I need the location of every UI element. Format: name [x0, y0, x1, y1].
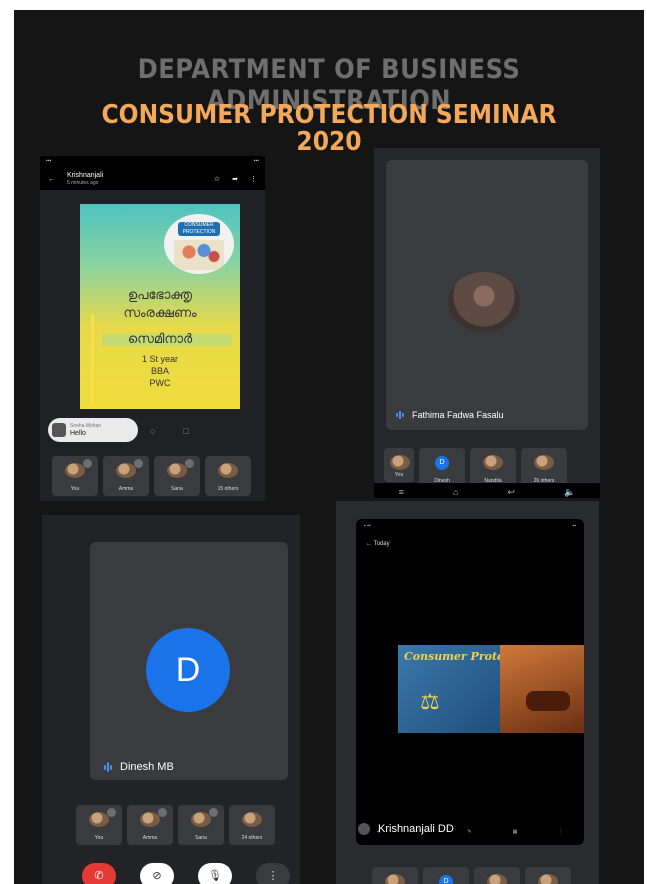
seminar-flyer-image: CONSUMER PROTECTION ഉപഭോക്തൃ സംരക്ഷണം സെ…: [80, 204, 240, 409]
participant-tile[interactable]: You: [52, 456, 98, 496]
participant-tile[interactable]: Amma: [103, 456, 149, 496]
status-bar: ▪ ▪▪ ▪▪: [364, 523, 576, 529]
scales-icon: ⚖: [420, 689, 440, 714]
mic-off-icon: [107, 808, 116, 817]
participant-tile[interactable]: You: [76, 805, 122, 845]
participant-tile[interactable]: [525, 867, 571, 884]
mic-off-button[interactable]: 🎙: [198, 863, 232, 884]
back-icon: ↩: [507, 486, 516, 497]
gallery-today: Today: [373, 541, 390, 547]
presenter-row: Krishnanjali DD: [358, 823, 454, 835]
edit-icon[interactable]: ✎: [467, 829, 471, 835]
speaker-avatar: [448, 272, 520, 332]
avatar: [52, 423, 66, 437]
toast-sender: Sneha Mohan: [70, 423, 102, 429]
participant-tile[interactable]: 24 others: [229, 805, 275, 845]
speaker-panel: D: [90, 542, 288, 780]
chat-time: 5 minutes ago: [67, 179, 99, 186]
speaker-panel: [386, 160, 588, 430]
flyer-line6: PWC: [149, 378, 171, 388]
consumer-protection-image: Consumer Protection ⚖: [398, 645, 584, 733]
flyer-mal-line1: ഉപഭോക്തൃ: [127, 288, 193, 303]
participant-tile[interactable]: Nandita: [470, 448, 516, 488]
participant-tile[interactable]: D Dinesh: [419, 448, 465, 488]
status-bar: ▪▪▪ ▪▪▪: [40, 156, 265, 168]
participant-strip: You Amma Sana 15 others: [52, 456, 251, 496]
seminar-title-line1: CONSUMER PROTECTION SEMINAR: [101, 100, 557, 130]
forward-icon[interactable]: ➦: [232, 175, 238, 183]
presented-screen: ▪ ▪▪ ▪▪ ← Today Consumer Protection ⚖ ⋖ ♡…: [356, 519, 584, 845]
camera-off-button[interactable]: ⊘: [140, 863, 174, 884]
flyer-line5: BBA: [150, 366, 169, 376]
screenshot-presentation: ▪ ▪▪ ▪▪ ← Today Consumer Protection ⚖ ⋖ ♡…: [336, 501, 599, 884]
screenshot-whatsapp-chat: ▪▪▪ ▪▪▪ ← Krishnanjali 5 minutes ago ☆ ➦ …: [40, 156, 265, 501]
call-controls: ✆ ⊘ 🎙 ⋮: [82, 863, 290, 884]
back-arrow-icon[interactable]: ←: [366, 541, 372, 547]
gallery-header: ← Today: [366, 541, 390, 547]
flyer-mal-line3: സെമിനാർ: [127, 332, 193, 347]
participant-tile[interactable]: 26 others: [521, 448, 567, 488]
speaker-name-row: Fathima Fadwa Fasalu: [396, 410, 504, 420]
flyer-logo: CONSUMER PROTECTION: [164, 214, 234, 274]
speaker-name: Fathima Fadwa Fasalu: [412, 410, 504, 420]
menu-icon: ≡: [398, 487, 404, 497]
gavel-icon: [526, 691, 570, 711]
audio-bars-icon: [104, 762, 112, 772]
flyer-badge: CONSUMER PROTECTION: [178, 222, 220, 236]
participant-tile[interactable]: 15 others: [205, 456, 251, 496]
speaker-name: Dinesh MB: [120, 761, 174, 773]
home-icon: ⌂: [452, 487, 459, 497]
wood-background: [500, 645, 584, 733]
more-options-button[interactable]: ⋮: [256, 863, 290, 884]
nav-dots: ○□: [150, 426, 217, 436]
mic-off-icon: [185, 459, 194, 468]
participant-tile[interactable]: Sana: [154, 456, 200, 496]
mic-off-icon: [209, 808, 218, 817]
participant-tile[interactable]: D: [423, 867, 469, 884]
toast-message: Hello: [70, 430, 86, 437]
presenter-avatar: [358, 823, 370, 835]
participant-strip: You D Dinesh Nandita 26 others: [384, 448, 567, 488]
poster: DEPARTMENT OF BUSINESS ADMINISTRATION CO…: [14, 10, 644, 884]
mic-off-icon: [83, 459, 92, 468]
more-icon[interactable]: ⋮: [250, 175, 257, 183]
dinesh-avatar: D: [146, 628, 230, 712]
participant-strip: You Amma Sana 24 others: [76, 805, 275, 845]
chat-header: ← Krishnanjali 5 minutes ago ☆ ➦ ⋮: [40, 168, 265, 190]
android-nav-bar: ≡ ⌂ ↩ 🔈: [374, 483, 600, 498]
flyer-mal-line2: സംരക്ഷണം: [123, 306, 197, 321]
volume-icon: 🔈: [564, 486, 576, 497]
participant-tile[interactable]: Sana: [178, 805, 224, 845]
star-icon[interactable]: ☆: [214, 175, 220, 183]
more-icon[interactable]: ⋮: [558, 829, 563, 835]
flyer-line4: 1 St year: [141, 354, 179, 364]
screenshot-meet-dinesh: D Dinesh MB You Amma Sana 24 others ✆ ⊘ …: [42, 515, 300, 884]
presenter-name: Krishnanjali DD: [378, 823, 454, 835]
people-illustration: [174, 240, 224, 270]
audio-bars-icon: [396, 411, 404, 419]
participant-tile[interactable]: [474, 867, 520, 884]
participant-tile[interactable]: [372, 867, 418, 884]
participant-tile[interactable]: You: [384, 448, 414, 482]
mic-off-icon: [134, 459, 143, 468]
screenshot-meet-fathima: Fathima Fadwa Fasalu You D Dinesh Nandita…: [374, 148, 600, 498]
speaker-name-row: Dinesh MB: [104, 761, 174, 773]
participant-strip: D: [372, 867, 571, 884]
delete-icon[interactable]: ▦: [513, 829, 518, 835]
participant-tile[interactable]: Amma: [127, 805, 173, 845]
mic-off-icon: [158, 808, 167, 817]
chat-title: Krishnanjali 5 minutes ago: [67, 172, 202, 187]
chat-name: Krishnanjali: [67, 171, 104, 179]
end-call-button[interactable]: ✆: [82, 863, 116, 884]
notification-toast[interactable]: Sneha Mohan Hello: [48, 418, 138, 442]
back-arrow-icon[interactable]: ←: [48, 176, 55, 183]
